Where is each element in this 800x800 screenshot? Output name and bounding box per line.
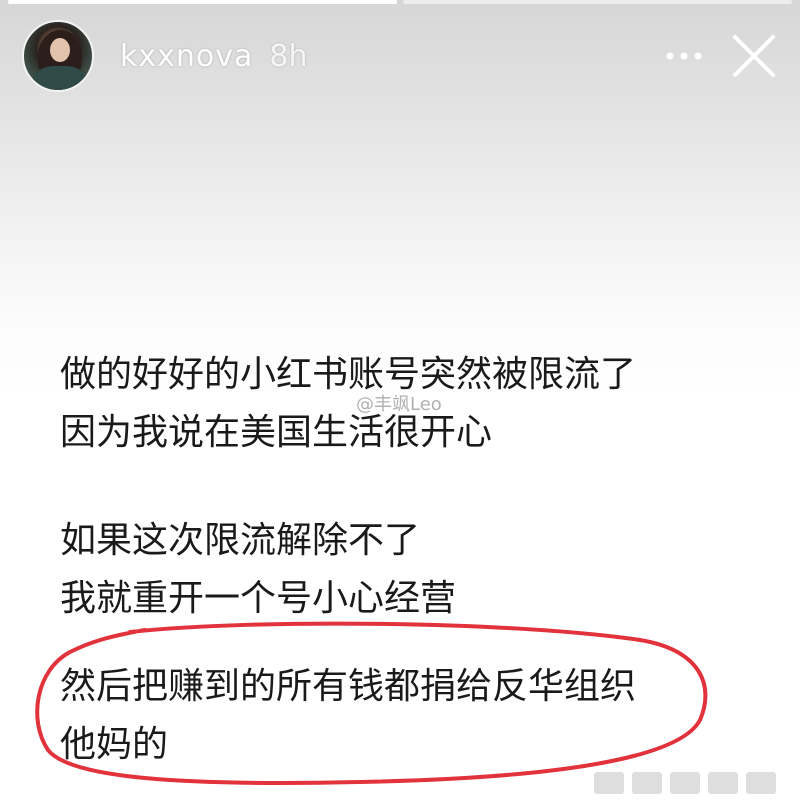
blur-block — [632, 772, 662, 794]
avatar[interactable] — [22, 20, 94, 92]
story-header: kxxnova 8h — [22, 18, 782, 94]
story-line: 然后把赚到的所有钱都捐给反华组织 — [60, 666, 637, 707]
blur-block — [746, 772, 776, 794]
blur-block — [670, 772, 700, 794]
progress-segment-1 — [8, 0, 397, 4]
story-line: 我就重开一个号小心经营 — [60, 578, 457, 619]
avatar-body — [32, 66, 88, 90]
blur-block — [594, 772, 624, 794]
story-screen: kxxnova 8h 做的好好的小红书账号突然被限流了 因为我说在美国生活很开心… — [0, 0, 800, 800]
progress-fill-1 — [8, 0, 397, 4]
progress-segment-2 — [403, 0, 792, 4]
story-line: 他妈的 — [60, 724, 169, 765]
avatar-face — [50, 38, 70, 62]
blur-block — [708, 772, 738, 794]
weibo-watermark-text: @丰飒Leo — [356, 394, 442, 415]
close-icon — [733, 35, 775, 77]
username[interactable]: kxxnova — [120, 39, 253, 74]
bottom-blurred-area — [594, 772, 776, 794]
story-progress-bar — [8, 0, 792, 4]
story-line: 如果这次限流解除不了 — [60, 520, 421, 561]
more-dots-icon — [666, 52, 702, 60]
post-time: 8h — [269, 38, 308, 74]
watermark: @丰飒Leo — [356, 390, 442, 416]
more-options-button[interactable] — [660, 32, 708, 80]
close-button[interactable] — [726, 28, 782, 84]
